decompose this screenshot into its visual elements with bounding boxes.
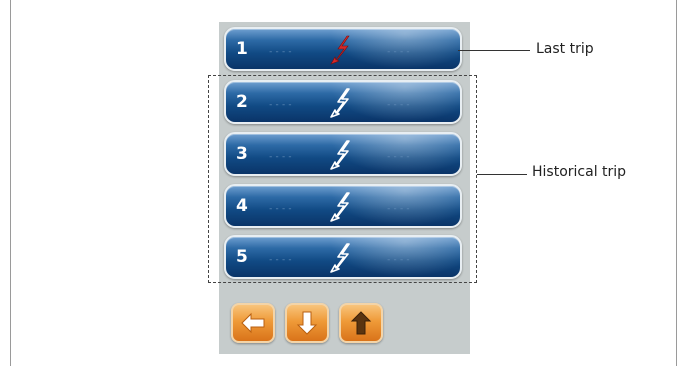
lightning-bolt-icon bbox=[330, 35, 350, 65]
trip-row-1[interactable]: 1 ---- ---- bbox=[224, 27, 462, 71]
historical-trips-group-outline bbox=[208, 75, 477, 283]
trip-number: 1 bbox=[236, 39, 248, 59]
historical-trip-label: Historical trip bbox=[532, 164, 627, 180]
scroll-down-button[interactable] bbox=[285, 303, 329, 343]
back-button[interactable] bbox=[231, 303, 275, 343]
scroll-up-button[interactable] bbox=[339, 303, 383, 343]
arrow-down-icon bbox=[296, 311, 318, 335]
last-trip-callout-line bbox=[458, 50, 530, 51]
trip-right-value: ---- bbox=[386, 47, 412, 57]
last-trip-label: Last trip bbox=[536, 41, 594, 57]
arrow-up-icon bbox=[350, 311, 372, 335]
arrow-left-icon bbox=[241, 312, 265, 334]
historical-trip-callout-line bbox=[477, 174, 527, 175]
trip-left-value: ---- bbox=[268, 47, 294, 57]
